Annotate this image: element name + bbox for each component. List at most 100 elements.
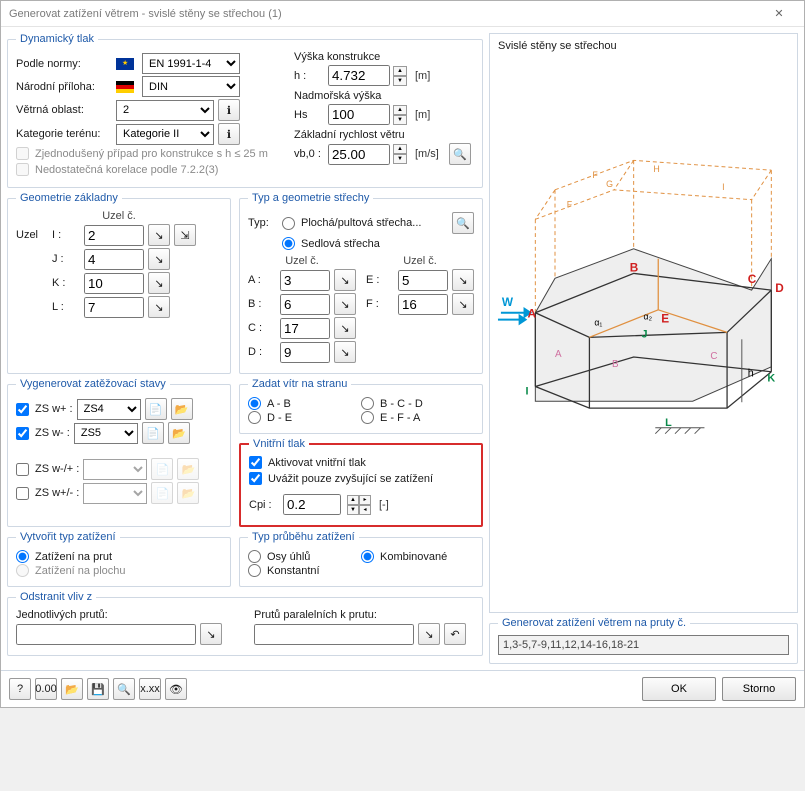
B-label: B :	[248, 298, 276, 310]
pick-icon[interactable]: ↘	[334, 341, 356, 363]
info-icon[interactable]: ℹ	[218, 99, 240, 121]
activate-internal-checkbox[interactable]: Aktivovat vnitřní tlak	[249, 456, 366, 469]
cpi-spinner[interactable]: ▲▼ ▸◂	[347, 495, 371, 515]
edit-lc-icon[interactable]: 📂	[168, 422, 190, 444]
load-member-radio[interactable]: Zatížení na prut	[16, 550, 222, 563]
pick-icon[interactable]: ↘	[148, 272, 170, 294]
C-input[interactable]	[280, 318, 330, 339]
vb-sym: vb,0 :	[294, 148, 324, 160]
I-input[interactable]	[84, 225, 144, 246]
pick-icon[interactable]: ↘	[200, 623, 222, 645]
L-input[interactable]	[84, 297, 144, 318]
svg-text:J: J	[642, 328, 648, 340]
close-icon[interactable]: ✕	[762, 4, 796, 24]
vb-input[interactable]	[328, 144, 390, 165]
wm-checkbox[interactable]: ZS w- :	[16, 427, 70, 440]
course-angles-radio[interactable]: Osy úhlů	[248, 550, 361, 563]
course-combined-radio[interactable]: Kombinované	[361, 550, 474, 563]
vb-unit: [m/s]	[415, 148, 439, 160]
K-input[interactable]	[84, 273, 144, 294]
svg-text:E: E	[661, 313, 669, 326]
D-input[interactable]	[280, 342, 330, 363]
pick-icon[interactable]: ↘	[148, 248, 170, 270]
dialog-window: Generovat zatížení větrem - svislé stěny…	[0, 0, 805, 708]
E-input[interactable]	[398, 270, 448, 291]
units-icon[interactable]: 0.00	[35, 678, 57, 700]
side-DE-radio[interactable]: D - E	[248, 411, 361, 424]
J-input[interactable]	[84, 249, 144, 270]
parallel-members-input[interactable]	[254, 624, 414, 645]
wp-select[interactable]: ZS4	[77, 399, 141, 420]
roof-flat-radio[interactable]: Plochá/pultová střecha...	[282, 217, 421, 230]
B-input[interactable]	[280, 294, 330, 315]
insufficient-corr-checkbox[interactable]: Nedostatečná korelace podle 7.2.2(3)	[16, 163, 218, 176]
pick-icon[interactable]: ↘	[334, 317, 356, 339]
lookup-icon[interactable]: 🔍	[449, 143, 471, 165]
svg-text:C: C	[710, 351, 717, 362]
side-BCD-radio[interactable]: B - C - D	[361, 397, 474, 410]
node-header: Uzel č.	[366, 255, 474, 267]
new-lc-icon[interactable]: 📄	[142, 422, 164, 444]
F-input[interactable]	[398, 294, 448, 315]
pick-icon[interactable]: ↘	[334, 269, 356, 291]
vb-spinner[interactable]: ▲▼	[393, 144, 407, 164]
precision-icon[interactable]: x.xx	[139, 678, 161, 700]
save-icon[interactable]: 💾	[87, 678, 109, 700]
annex-select[interactable]: DIN	[142, 76, 240, 97]
hs-input[interactable]	[328, 104, 390, 125]
lookup-icon[interactable]: 🔍	[452, 212, 474, 234]
hs-unit: [m]	[415, 109, 430, 121]
open-icon[interactable]: 📂	[61, 678, 83, 700]
cpi-input[interactable]	[283, 494, 341, 515]
wpm-select[interactable]	[83, 459, 147, 480]
legend: Zadat vítr na stranu	[248, 378, 351, 390]
wmp-checkbox[interactable]: ZS w+/- :	[16, 487, 79, 500]
preview-panel: Svislé stěny se střechou	[489, 33, 798, 613]
pick-icon[interactable]: ↘	[418, 623, 440, 645]
new-lc-icon[interactable]: 📄	[145, 398, 167, 420]
A-label: A :	[248, 274, 276, 286]
load-surface-radio[interactable]: Zatížení na plochu	[16, 564, 222, 577]
svg-text:L: L	[665, 417, 672, 429]
pick-icon[interactable]: ↘	[148, 296, 170, 318]
info-icon[interactable]: ℹ	[218, 123, 240, 145]
cancel-button[interactable]: Storno	[722, 677, 796, 701]
help-icon[interactable]: ?	[9, 678, 31, 700]
single-label: Jednotlivých prutů:	[16, 609, 236, 621]
bottom-toolbar: ? 0.00 📂 💾 🔍 x.xx 👁 OK Storno	[1, 670, 804, 707]
preview-icon[interactable]: 👁	[165, 678, 187, 700]
ok-button[interactable]: OK	[642, 677, 716, 701]
course-constant-radio[interactable]: Konstantní	[248, 564, 361, 577]
roof-gable-radio[interactable]: Sedlová střecha	[282, 237, 380, 250]
single-members-input[interactable]	[16, 624, 196, 645]
zone-select[interactable]: 2	[116, 100, 214, 121]
h-input[interactable]	[328, 65, 390, 86]
wmp-select[interactable]	[83, 483, 147, 504]
norm-select[interactable]: EN 1991-1-4	[142, 53, 240, 74]
wpm-checkbox[interactable]: ZS w-/+ :	[16, 463, 79, 476]
simplified-checkbox[interactable]: Zjednodušený případ pro konstrukce s h ≤…	[16, 147, 268, 160]
svg-text:F: F	[592, 170, 598, 180]
wm-select[interactable]: ZS5	[74, 423, 138, 444]
J-label: J :	[52, 253, 80, 265]
legend: Typ a geometrie střechy	[248, 192, 373, 204]
terrain-select[interactable]: Kategorie II	[116, 124, 214, 145]
node-header: Uzel č.	[248, 255, 356, 267]
A-input[interactable]	[280, 270, 330, 291]
view-icon[interactable]: 🔍	[113, 678, 135, 700]
wp-checkbox[interactable]: ZS w+ :	[16, 403, 73, 416]
hs-spinner[interactable]: ▲▼	[393, 105, 407, 125]
legend: Odstranit vliv z	[16, 591, 96, 603]
pick-all-icon[interactable]: ⇲	[174, 224, 196, 246]
pick-icon[interactable]: ↘	[334, 293, 356, 315]
pick-icon[interactable]: ↘	[148, 224, 170, 246]
edit-lc-icon[interactable]: 📂	[171, 398, 193, 420]
undo-icon[interactable]: ↶	[444, 623, 466, 645]
pick-icon[interactable]: ↘	[452, 293, 474, 315]
h-spinner[interactable]: ▲▼	[393, 66, 407, 86]
side-AB-radio[interactable]: A - B	[248, 397, 361, 410]
side-EFA-radio[interactable]: E - F - A	[361, 411, 474, 424]
consider-increasing-checkbox[interactable]: Uvážit pouze zvyšující se zatížení	[249, 472, 433, 485]
pick-icon[interactable]: ↘	[452, 269, 474, 291]
svg-text:I: I	[525, 385, 528, 397]
